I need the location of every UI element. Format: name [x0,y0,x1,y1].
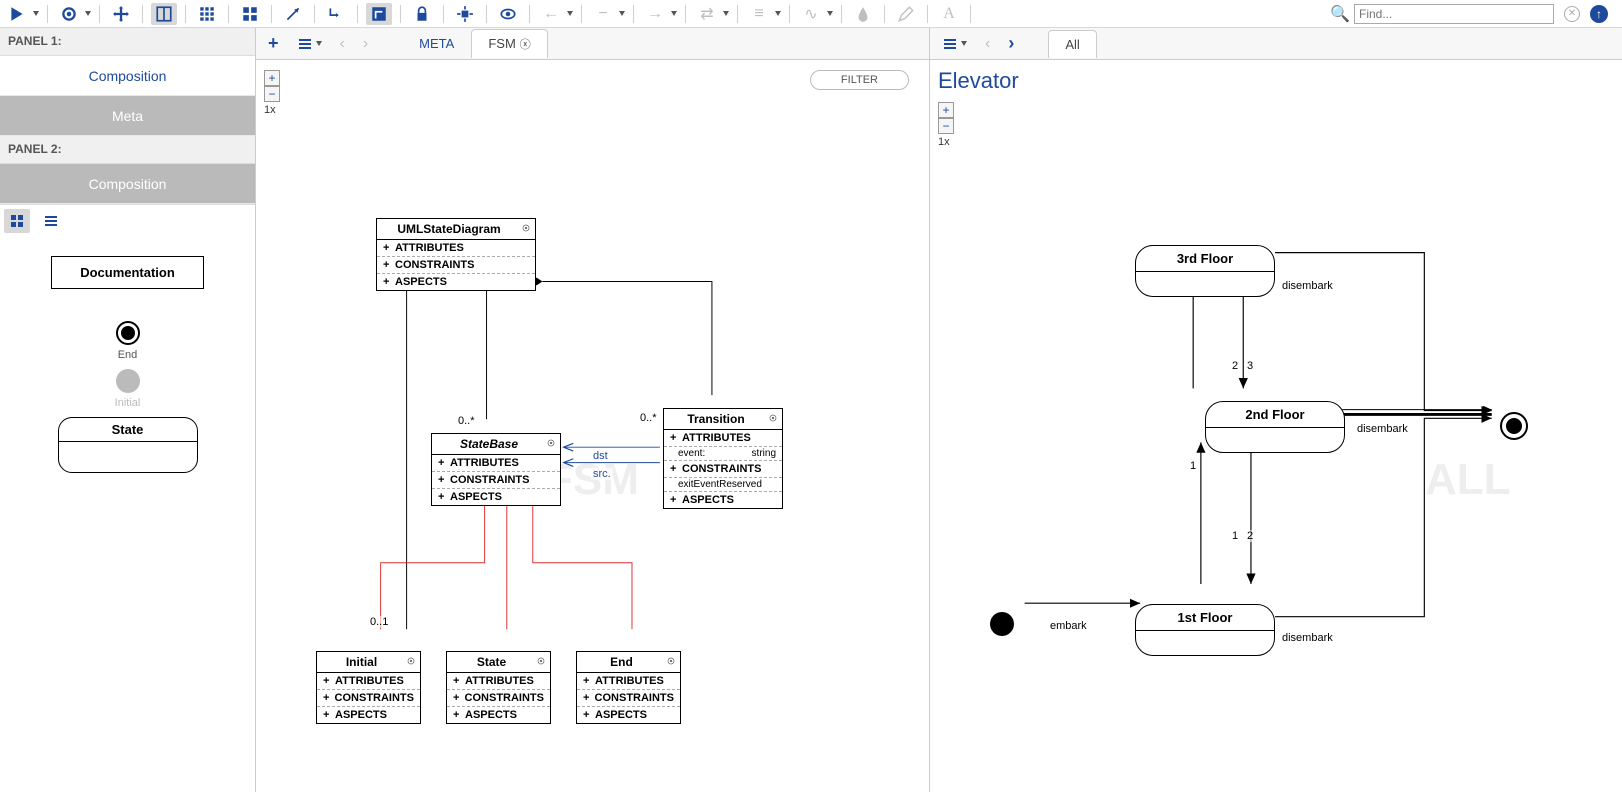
tab-all[interactable]: All [1048,30,1096,58]
align-v-icon[interactable]: ≡ [746,3,772,25]
zoom-in[interactable]: + [264,70,280,86]
zoom-label: 1x [264,104,280,116]
uml-statebase[interactable]: StateBase +ATTRIBUTES +CONSTRAINTS +ASPE… [431,433,561,506]
play-icon[interactable] [4,3,30,25]
tab-fsm[interactable]: FSMⓧ [471,29,547,58]
nav-fwd[interactable]: › [359,33,372,55]
find-input[interactable] [1354,4,1554,24]
palette: Documentation End Initial State [0,236,255,792]
route-icon[interactable] [366,3,392,25]
tab-meta[interactable]: META [402,29,471,58]
center-panel: + ‹ › META FSMⓧ + − 1x FILTER FSM [256,28,930,792]
grid-small-icon[interactable] [194,3,220,25]
palette-initial-label: Initial [115,397,141,409]
clear-search-icon[interactable]: ✕ [1564,6,1580,22]
right-nav-fwd[interactable]: › [1004,31,1018,56]
uml-umlstatediagram[interactable]: UMLStateDiagram +ATTRIBUTES +CONSTRAINTS… [376,218,536,291]
palette-end-node[interactable] [116,321,140,345]
node-initial[interactable] [990,612,1014,636]
right-panel: ‹ › All Elevator + − 1x ALL [930,28,1622,792]
node-3rd-floor[interactable]: 3rd Floor [1135,245,1275,297]
split-panel-icon[interactable] [151,3,177,25]
arrow-right-icon[interactable]: → [642,3,668,25]
panel1-composition[interactable]: Composition [0,56,255,96]
right-zoom-in[interactable]: + [938,102,954,118]
eye-icon[interactable] [495,3,521,25]
right-nav-back[interactable]: ‹ [981,33,994,55]
move-icon[interactable] [108,3,134,25]
move-all-icon[interactable] [452,3,478,25]
arrow-left-icon[interactable]: ← [538,3,564,25]
center-canvas[interactable]: + − 1x FILTER FSM [256,60,929,792]
search-icon: 🔍 [1330,4,1350,24]
main-toolbar: ← − → ⇄ ≡ ∿ A 🔍 ✕ ↑ [0,0,1622,28]
arrow-diag-icon[interactable] [280,3,306,25]
right-zoom-out[interactable]: − [938,118,954,134]
play-dropdown[interactable] [33,11,39,16]
node-final[interactable] [1500,412,1528,440]
pencil-icon[interactable] [893,3,919,25]
panel2-label: PANEL 2: [0,136,255,164]
curve-icon[interactable]: ∿ [798,3,824,25]
uml-state[interactable]: State +ATTRIBUTES +CONSTRAINTS +ASPECTS [446,651,551,724]
minus-icon[interactable]: − [590,3,616,25]
right-list-button[interactable] [938,34,971,54]
uml-transition[interactable]: Transition +ATTRIBUTES event:string +CON… [663,408,783,509]
arrow-elbow-icon[interactable] [323,3,349,25]
grid-large-icon[interactable] [237,3,263,25]
right-zoom-label: 1x [938,136,954,148]
panel1-meta[interactable]: Meta [0,96,255,136]
nav-back[interactable]: ‹ [336,33,349,55]
add-button[interactable]: + [264,31,283,56]
close-tab-icon: ⓧ [520,39,531,51]
gear-icon[interactable] [56,3,82,25]
palette-end-label: End [118,349,138,361]
node-1st-floor[interactable]: 1st Floor [1135,604,1275,656]
gear-dropdown[interactable] [85,11,91,16]
palette-list-view[interactable] [38,209,64,233]
list-button[interactable] [293,34,326,54]
palette-grid-view[interactable] [4,209,30,233]
palette-initial-node[interactable] [116,369,140,393]
upload-icon[interactable]: ↑ [1590,5,1608,23]
text-a-icon[interactable]: A [936,3,962,25]
align-h-icon[interactable]: ⇄ [694,3,720,25]
lock-icon[interactable] [409,3,435,25]
filter-button[interactable]: FILTER [810,70,909,90]
zoom-out[interactable]: − [264,86,280,102]
right-canvas[interactable]: Elevator + − 1x ALL [930,60,1622,792]
drop-icon[interactable] [850,3,876,25]
right-title: Elevator [938,68,1019,94]
right-watermark: ALL [1425,455,1511,505]
panel1-label: PANEL 1: [0,28,255,56]
palette-documentation[interactable]: Documentation [51,256,204,289]
palette-state-node[interactable]: State [58,417,198,473]
uml-end[interactable]: End +ATTRIBUTES +CONSTRAINTS +ASPECTS [576,651,681,724]
node-2nd-floor[interactable]: 2nd Floor [1205,401,1345,453]
panel2-composition[interactable]: Composition [0,164,255,204]
uml-initial[interactable]: Initial +ATTRIBUTES +CONSTRAINTS +ASPECT… [316,651,421,724]
left-panel: PANEL 1: Composition Meta PANEL 2: Compo… [0,28,256,792]
